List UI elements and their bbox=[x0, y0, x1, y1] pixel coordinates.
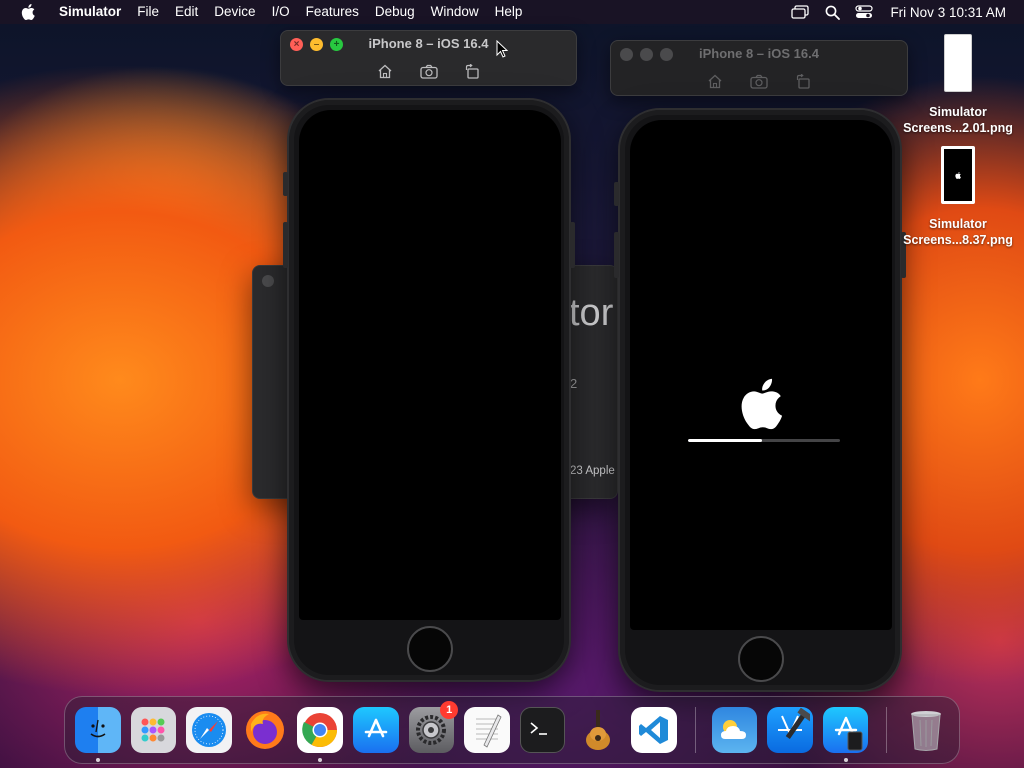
firefox-icon[interactable] bbox=[242, 707, 288, 753]
mouse-pointer-icon bbox=[496, 39, 509, 63]
screenshot-icon[interactable] bbox=[749, 71, 769, 91]
launchpad-icon[interactable] bbox=[130, 707, 177, 753]
textedit-icon[interactable] bbox=[464, 707, 510, 753]
menu-features[interactable]: Features bbox=[298, 0, 367, 24]
menu-debug[interactable]: Debug bbox=[367, 0, 423, 24]
mute-switch bbox=[614, 182, 619, 206]
boot-progress-bar bbox=[688, 439, 840, 442]
simulator-title-2: iPhone 8 – iOS 16.4 bbox=[699, 46, 819, 61]
device-screen-1[interactable] bbox=[299, 110, 561, 620]
power-button bbox=[570, 222, 575, 268]
dock-separator bbox=[886, 707, 888, 753]
menu-file[interactable]: File bbox=[129, 0, 167, 24]
rotate-icon[interactable] bbox=[463, 61, 483, 81]
boot-progress-fill bbox=[688, 439, 763, 442]
simulator-toolbar-1[interactable]: × – + iPhone 8 – iOS 16.4 bbox=[280, 30, 577, 86]
home-button[interactable] bbox=[738, 636, 784, 682]
vscode-icon[interactable] bbox=[630, 707, 677, 753]
running-indicator bbox=[843, 758, 848, 762]
menu-edit[interactable]: Edit bbox=[167, 0, 206, 24]
iphone-device-1 bbox=[283, 98, 575, 682]
terminal-icon[interactable] bbox=[519, 707, 566, 753]
screen-mirroring-icon[interactable] bbox=[787, 0, 813, 24]
about-app-title: tor bbox=[569, 292, 614, 334]
mute-switch bbox=[283, 172, 288, 196]
trash-icon[interactable] bbox=[903, 707, 949, 753]
menu-io[interactable]: I/O bbox=[264, 0, 298, 24]
apple-menu-icon[interactable] bbox=[17, 4, 39, 20]
home-icon[interactable] bbox=[705, 71, 725, 91]
screenshot-thumbnail bbox=[944, 34, 972, 92]
screenshot-thumbnail bbox=[941, 146, 975, 204]
app-store-icon[interactable] bbox=[352, 707, 399, 753]
simulator-icon[interactable] bbox=[822, 707, 869, 762]
dock-separator bbox=[694, 707, 696, 753]
control-center-icon[interactable] bbox=[851, 0, 877, 24]
menu-clock[interactable]: Fri Nov 3 10:31 AM bbox=[880, 5, 1024, 20]
apple-logo-icon bbox=[739, 378, 783, 435]
menu-bar: Simulator File Edit Device I/O Features … bbox=[0, 0, 1024, 24]
notification-badge: 1 bbox=[440, 701, 459, 719]
garageband-icon[interactable] bbox=[575, 707, 621, 753]
about-copyright: 23 Apple bbox=[570, 465, 615, 477]
weather-icon[interactable] bbox=[711, 707, 758, 753]
menu-app-name[interactable]: Simulator bbox=[51, 0, 129, 24]
menu-help[interactable]: Help bbox=[487, 0, 531, 24]
home-icon[interactable] bbox=[375, 61, 395, 81]
dock: 1 bbox=[64, 696, 960, 764]
iphone-device-2 bbox=[614, 108, 906, 692]
about-version: 2 bbox=[570, 376, 578, 391]
search-icon[interactable] bbox=[819, 0, 845, 24]
finder-icon[interactable] bbox=[75, 707, 121, 762]
desktop-file-label: Simulator Screens...2.01.png bbox=[903, 105, 1013, 135]
running-indicator bbox=[318, 758, 323, 762]
device-screen-2[interactable] bbox=[630, 120, 892, 630]
desktop-file-1[interactable]: Simulator Screens...2.01.png bbox=[898, 34, 1018, 136]
volume-up-button bbox=[614, 232, 619, 278]
chrome-icon[interactable] bbox=[297, 707, 343, 762]
rotate-icon[interactable] bbox=[793, 71, 813, 91]
xcode-icon[interactable] bbox=[767, 707, 813, 753]
menu-window[interactable]: Window bbox=[423, 0, 487, 24]
simulator-toolbar-2[interactable]: iPhone 8 – iOS 16.4 bbox=[610, 40, 908, 96]
simulator-title-1: iPhone 8 – iOS 16.4 bbox=[368, 36, 489, 51]
window-close-button[interactable] bbox=[262, 275, 274, 287]
menu-device[interactable]: Device bbox=[206, 0, 263, 24]
system-settings-icon[interactable]: 1 bbox=[408, 701, 459, 753]
safari-icon[interactable] bbox=[186, 707, 232, 753]
desktop-file-label: Simulator Screens...8.37.png bbox=[903, 217, 1013, 247]
home-button[interactable] bbox=[407, 626, 453, 672]
desktop-file-2[interactable]: Simulator Screens...8.37.png bbox=[898, 146, 1018, 248]
running-indicator bbox=[95, 758, 100, 762]
screenshot-icon[interactable] bbox=[419, 61, 439, 81]
volume-up-button bbox=[283, 222, 288, 268]
